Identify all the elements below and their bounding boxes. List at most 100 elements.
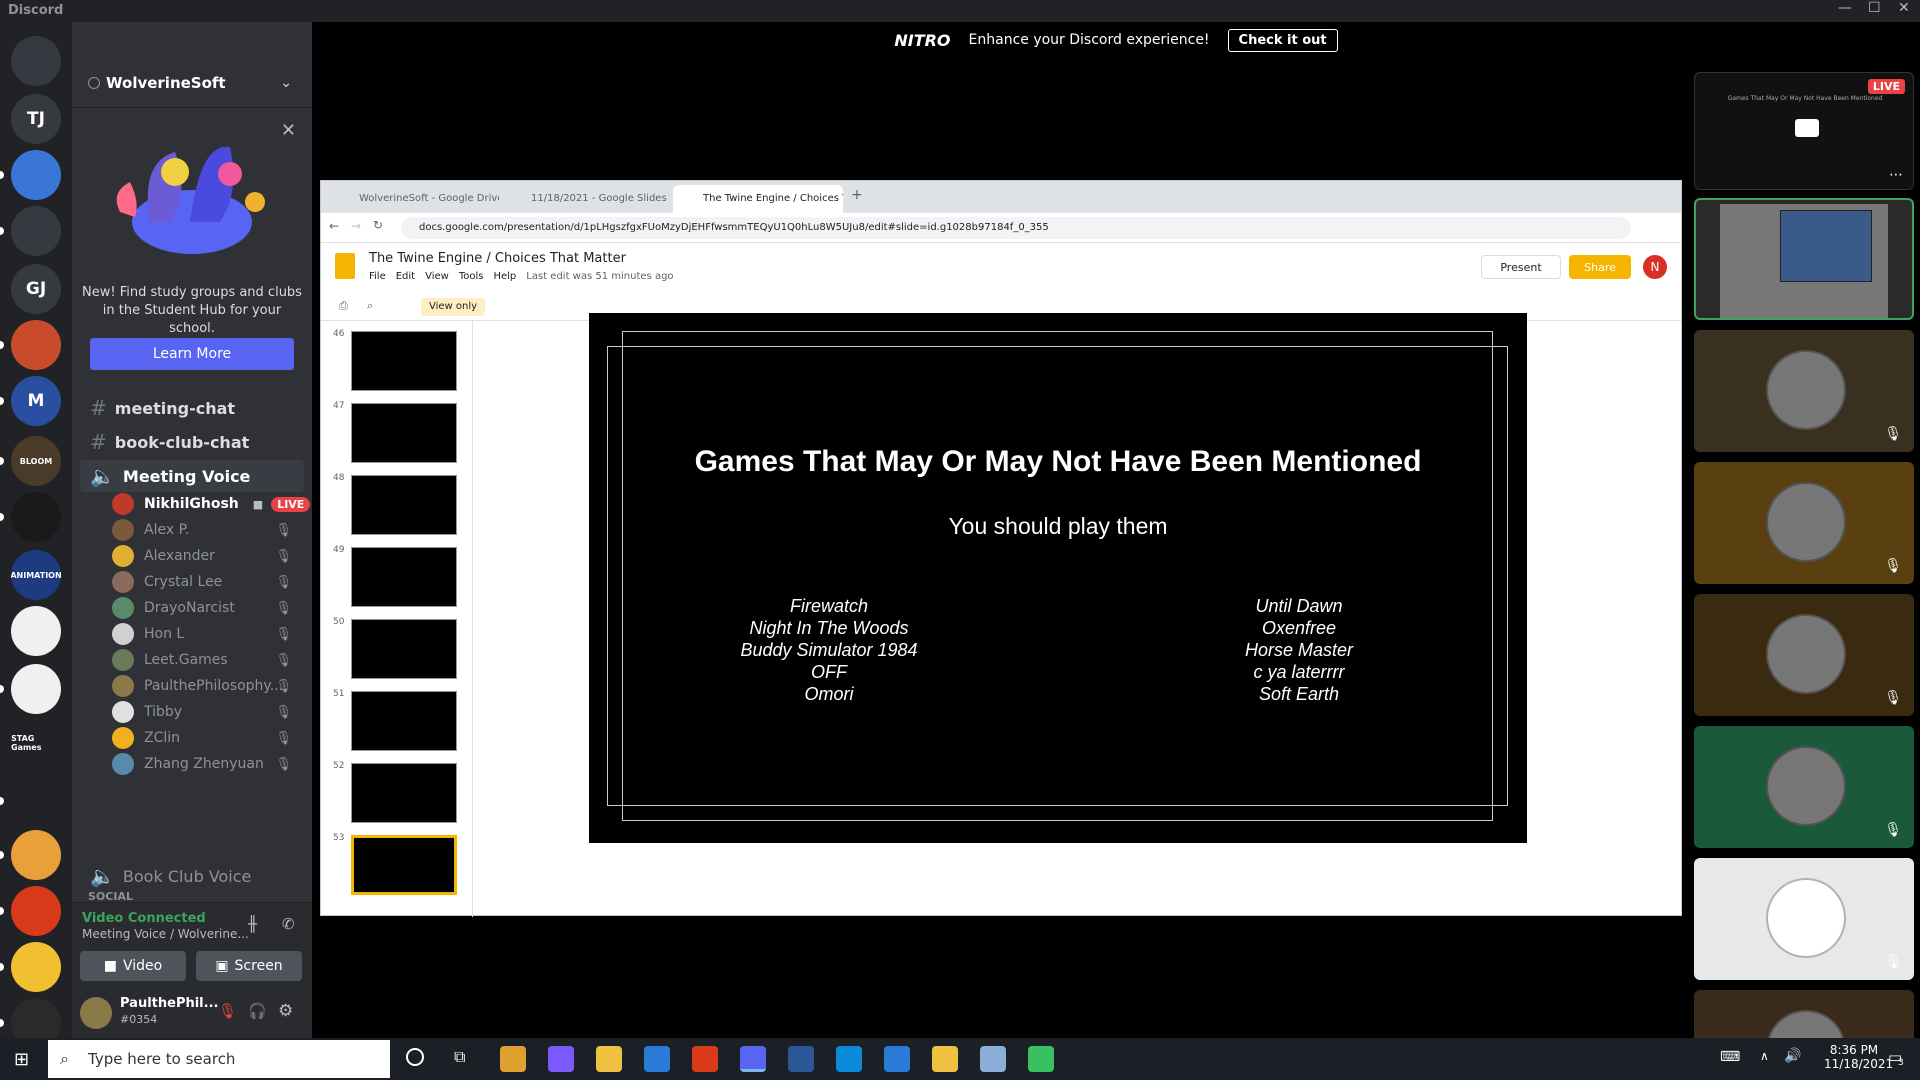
screen-share-button[interactable]: ▣ Screen xyxy=(196,951,302,981)
store-icon[interactable] xyxy=(500,1046,526,1072)
windows-start-icon[interactable]: ⊞ xyxy=(14,1049,29,1070)
voice-user[interactable]: ZClin 🎙 xyxy=(112,725,304,751)
voice-user[interactable]: Tibby 🎙 xyxy=(112,699,304,725)
forward-icon[interactable]: → xyxy=(351,219,361,233)
back-icon[interactable]: ← xyxy=(329,219,339,233)
office-icon[interactable] xyxy=(692,1046,718,1072)
minimize-button[interactable]: — xyxy=(1838,0,1852,16)
folder-icon[interactable] xyxy=(980,1046,1006,1072)
doc-title[interactable]: The Twine Engine / Choices That Matter xyxy=(369,251,626,266)
tab-twine-engine[interactable]: The Twine Engine / Choices That xyxy=(673,185,843,213)
voice-channel-book-club[interactable]: 🔈 Book Club Voice xyxy=(80,860,304,892)
close-window-button[interactable]: ✕ xyxy=(1898,0,1910,16)
stream-preview-tile[interactable]: LIVE Games That May Or May Not Have Been… xyxy=(1694,72,1914,190)
reload-icon[interactable]: ↻ xyxy=(373,218,383,232)
menu-tools[interactable]: Tools xyxy=(459,271,484,282)
account-avatar[interactable]: N xyxy=(1643,255,1667,279)
server-icon-12[interactable]: STAG Games xyxy=(11,718,61,768)
task-view-icon[interactable]: ⧉ xyxy=(454,1047,465,1067)
url-field[interactable]: docs.google.com/presentation/d/1pLHgszfg… xyxy=(401,217,1631,239)
voice-user[interactable]: NikhilGhosh ■ LIVE xyxy=(112,491,311,517)
cortana-icon[interactable] xyxy=(406,1048,424,1066)
slide-thumbnail[interactable] xyxy=(351,475,457,535)
voice-channel-label[interactable]: Meeting Voice / Wolverine... xyxy=(82,927,249,941)
vscode-icon[interactable] xyxy=(884,1046,910,1072)
more-options-icon[interactable]: ⋯ xyxy=(1889,167,1903,183)
gear-icon[interactable]: ⚙ xyxy=(278,1001,293,1021)
zoom-icon[interactable]: ⌕ xyxy=(367,299,373,313)
server-icon-4[interactable]: GJ xyxy=(11,264,61,314)
disconnect-icon[interactable]: ✆ xyxy=(282,915,295,933)
menu-help[interactable]: Help xyxy=(493,271,516,282)
server-icon-6[interactable]: M xyxy=(11,376,61,426)
present-button[interactable]: Present xyxy=(1481,255,1561,279)
participant-tile[interactable]: 🎙 xyxy=(1694,462,1914,584)
avatar[interactable] xyxy=(80,997,112,1029)
menu-edit[interactable]: Edit xyxy=(396,271,415,282)
voice-user[interactable]: Zhang Zhenyuan 🎙 xyxy=(112,751,304,777)
slide-thumbnail[interactable] xyxy=(351,331,457,391)
keyboard-icon[interactable]: ⌨ xyxy=(1720,1049,1740,1065)
server-icon-9[interactable]: ANIMATION xyxy=(11,550,61,600)
server-icon-11[interactable] xyxy=(11,664,61,714)
voice-user[interactable]: DrayoNarcist 🎙 xyxy=(112,595,304,621)
maximize-button[interactable]: ☐ xyxy=(1868,0,1881,16)
server-icon-16[interactable] xyxy=(11,942,61,992)
headphones-icon[interactable]: 🎧 xyxy=(248,1002,267,1020)
server-icon-10[interactable] xyxy=(11,606,61,656)
volume-icon[interactable]: 🔊 xyxy=(1784,1048,1801,1064)
menu-file[interactable]: File xyxy=(369,271,386,282)
voice-user[interactable]: PaulthePhilosophy... 🎙 xyxy=(112,673,304,699)
voice-user[interactable]: Alex P. 🎙 xyxy=(112,517,304,543)
slide-thumbnail[interactable] xyxy=(351,763,457,823)
participant-tile[interactable]: 🎙 xyxy=(1694,726,1914,848)
server-icon-5[interactable] xyxy=(11,320,61,370)
voice-user[interactable]: Leet.Games 🎙 xyxy=(112,647,304,673)
slide-thumbnail[interactable] xyxy=(351,835,457,895)
chevron-down-icon[interactable]: ⌄ xyxy=(280,75,292,91)
server-icon-7[interactable]: BLOOM xyxy=(11,436,61,486)
channel-meeting-chat[interactable]: # meeting-chat xyxy=(80,392,304,424)
video-button[interactable]: ■ Video xyxy=(80,951,186,981)
share-button[interactable]: Share xyxy=(1569,255,1631,279)
obs-icon[interactable] xyxy=(548,1046,574,1072)
channel-book-club-chat[interactable]: # book-club-chat xyxy=(80,426,304,458)
slide-thumbnail[interactable] xyxy=(351,619,457,679)
participant-tile[interactable]: 🎙 xyxy=(1694,858,1914,980)
server-header[interactable]: WolverineSoft ⌄ xyxy=(72,58,312,108)
print-icon[interactable]: ⎙ xyxy=(339,299,348,313)
server-icon-15[interactable] xyxy=(11,886,61,936)
tab-google-drive[interactable]: WolverineSoft - Google Drive xyxy=(329,185,499,213)
server-icon-1[interactable]: TJ xyxy=(11,94,61,144)
learn-more-button[interactable]: Learn More xyxy=(90,338,294,370)
server-icon-3[interactable] xyxy=(11,206,61,256)
mute-icon[interactable]: 🎙 xyxy=(218,1002,237,1020)
voice-user[interactable]: Alexander 🎙 xyxy=(112,543,304,569)
server-icon-2[interactable] xyxy=(11,150,61,200)
tab-google-slides[interactable]: 11/18/2021 - Google Slides xyxy=(501,185,671,213)
last-edit[interactable]: Last edit was 51 minutes ago xyxy=(526,271,673,282)
word-icon[interactable] xyxy=(788,1046,814,1072)
server-icon-13[interactable] xyxy=(11,776,61,826)
edge-icon[interactable] xyxy=(836,1046,862,1072)
discord-icon[interactable] xyxy=(740,1046,766,1072)
slide-thumbnail[interactable] xyxy=(351,691,457,751)
mail-icon[interactable] xyxy=(644,1046,670,1072)
noise-suppression-icon[interactable]: ╫ xyxy=(248,915,257,933)
file-explorer-icon[interactable] xyxy=(596,1046,622,1072)
check-it-out-button[interactable]: Check it out xyxy=(1227,28,1338,52)
chrome-icon[interactable] xyxy=(932,1046,958,1072)
tray-chevron-icon[interactable]: ∧ xyxy=(1760,1049,1769,1063)
menu-view[interactable]: View xyxy=(425,271,449,282)
server-icon-14[interactable] xyxy=(11,830,61,880)
discord-home-button[interactable] xyxy=(11,36,61,86)
participant-tile[interactable]: 🎙 xyxy=(1694,330,1914,452)
slack-icon[interactable] xyxy=(1028,1046,1054,1072)
voice-channel-meeting[interactable]: 🔈 Meeting Voice xyxy=(80,460,304,492)
new-tab-button[interactable]: + xyxy=(851,187,863,203)
video-tile-camera[interactable] xyxy=(1694,198,1914,320)
participant-tile[interactable]: 🎙 xyxy=(1694,594,1914,716)
taskbar-search[interactable]: ⌕ Type here to search xyxy=(48,1040,390,1078)
view-only-badge[interactable]: View only xyxy=(421,298,486,316)
voice-user[interactable]: Crystal Lee 🎙 xyxy=(112,569,304,595)
